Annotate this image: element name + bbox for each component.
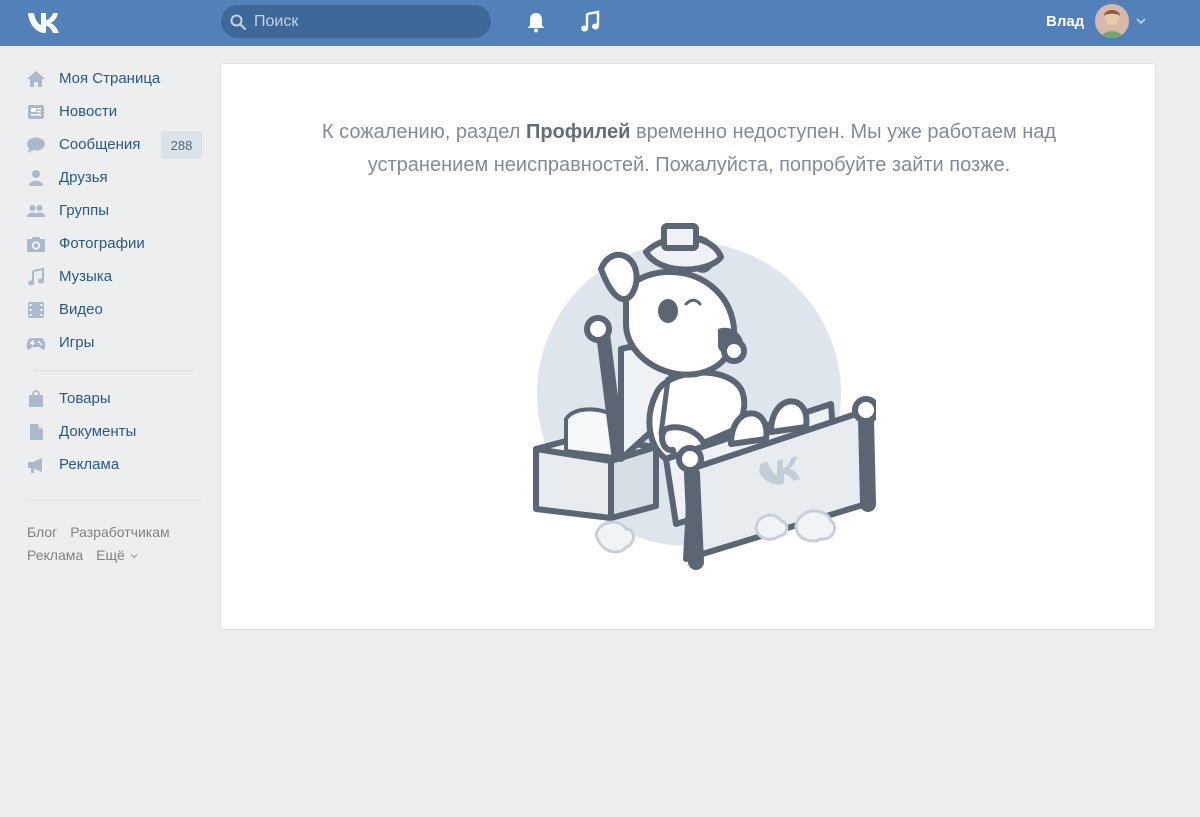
sidebar-item-label: Видео	[59, 301, 103, 318]
groups-icon	[27, 205, 45, 217]
search-input[interactable]: Поиск	[221, 5, 491, 38]
sidebar-item-label: Музыка	[59, 268, 113, 285]
search-icon	[230, 14, 246, 30]
news-icon	[28, 105, 44, 119]
chevron-down-icon	[130, 553, 138, 558]
sidebar-item-games[interactable]: Игры	[24, 326, 204, 359]
sidebar-item-label: Новости	[59, 103, 118, 120]
sidebar-item-label: Игры	[59, 334, 95, 351]
bell-icon[interactable]	[524, 10, 548, 34]
megaphone-icon	[28, 458, 42, 473]
sidebar-item-groups[interactable]: Группы	[24, 194, 204, 227]
top-bar: Поиск Влад	[0, 0, 1200, 46]
sidebar-item-news[interactable]: Новости	[24, 95, 204, 128]
user-menu[interactable]: Влад	[1040, 3, 1160, 41]
search-placeholder: Поиск	[254, 13, 299, 30]
friend-icon	[29, 170, 43, 186]
message-section-name: Профилей	[525, 121, 631, 143]
content-card: К сожалению, раздел Профилей временно не…	[220, 63, 1156, 630]
sidebar-item-label: Моя Страница	[59, 70, 161, 87]
user-name: Влад	[1046, 13, 1085, 30]
sidebar-item-label: Товары	[59, 390, 111, 407]
music-icon	[28, 267, 44, 286]
sidebar-item-ads[interactable]: Реклама	[24, 448, 204, 481]
footer-link-ads[interactable]: Реклама	[27, 547, 83, 563]
sidebar-item-label: Группы	[59, 202, 109, 219]
music-note-icon[interactable]	[578, 10, 602, 34]
document-icon	[30, 424, 43, 440]
sidebar-item-documents[interactable]: Документы	[24, 415, 204, 448]
sick-dog-in-bed-illustration	[533, 223, 876, 570]
unavailable-message: К сожалению, раздел Профилей временно не…	[281, 116, 1097, 182]
sidebar-item-photos[interactable]: Фотографии	[24, 227, 204, 260]
sidebar-item-goods[interactable]: Товары	[24, 382, 204, 415]
gamepad-icon	[26, 338, 46, 350]
avatar	[1095, 4, 1129, 38]
sidebar-item-label: Друзья	[59, 169, 108, 186]
home-icon	[27, 71, 45, 87]
sidebar-divider	[33, 370, 194, 371]
shopping-bag-icon	[29, 390, 43, 407]
sidebar-item-label: Фотографии	[59, 235, 145, 252]
vk-logo[interactable]	[26, 8, 66, 36]
footer-link-developers[interactable]: Разработчикам	[70, 524, 169, 540]
footer-more-button[interactable]: Ещё	[96, 544, 139, 567]
footer-more-label: Ещё	[96, 547, 125, 563]
sidebar-item-label: Сообщения	[59, 136, 141, 153]
sidebar-item-my-page[interactable]: Моя Страница	[24, 62, 204, 95]
sidebar-item-label: Реклама	[59, 456, 120, 473]
messages-icon	[27, 137, 45, 153]
camera-icon	[27, 237, 45, 252]
chevron-down-icon	[1136, 18, 1146, 25]
sidebar-item-video[interactable]: Видео	[24, 293, 204, 326]
film-icon	[28, 302, 44, 318]
messages-count-badge: 288	[161, 131, 202, 159]
footer-links: Блог Разработчикам Реклама Ещё	[24, 521, 204, 567]
footer-link-blog[interactable]: Блог	[27, 524, 57, 540]
sidebar-divider	[27, 500, 203, 501]
sidebar: Моя Страница Новости Сообщения 288 Друзь…	[24, 62, 204, 567]
sidebar-item-music[interactable]: Музыка	[24, 260, 204, 293]
sidebar-item-messages[interactable]: Сообщения 288	[24, 128, 204, 161]
message-text: К сожалению, раздел	[321, 121, 526, 143]
sidebar-item-friends[interactable]: Друзья	[24, 161, 204, 194]
sidebar-item-label: Документы	[59, 423, 137, 440]
